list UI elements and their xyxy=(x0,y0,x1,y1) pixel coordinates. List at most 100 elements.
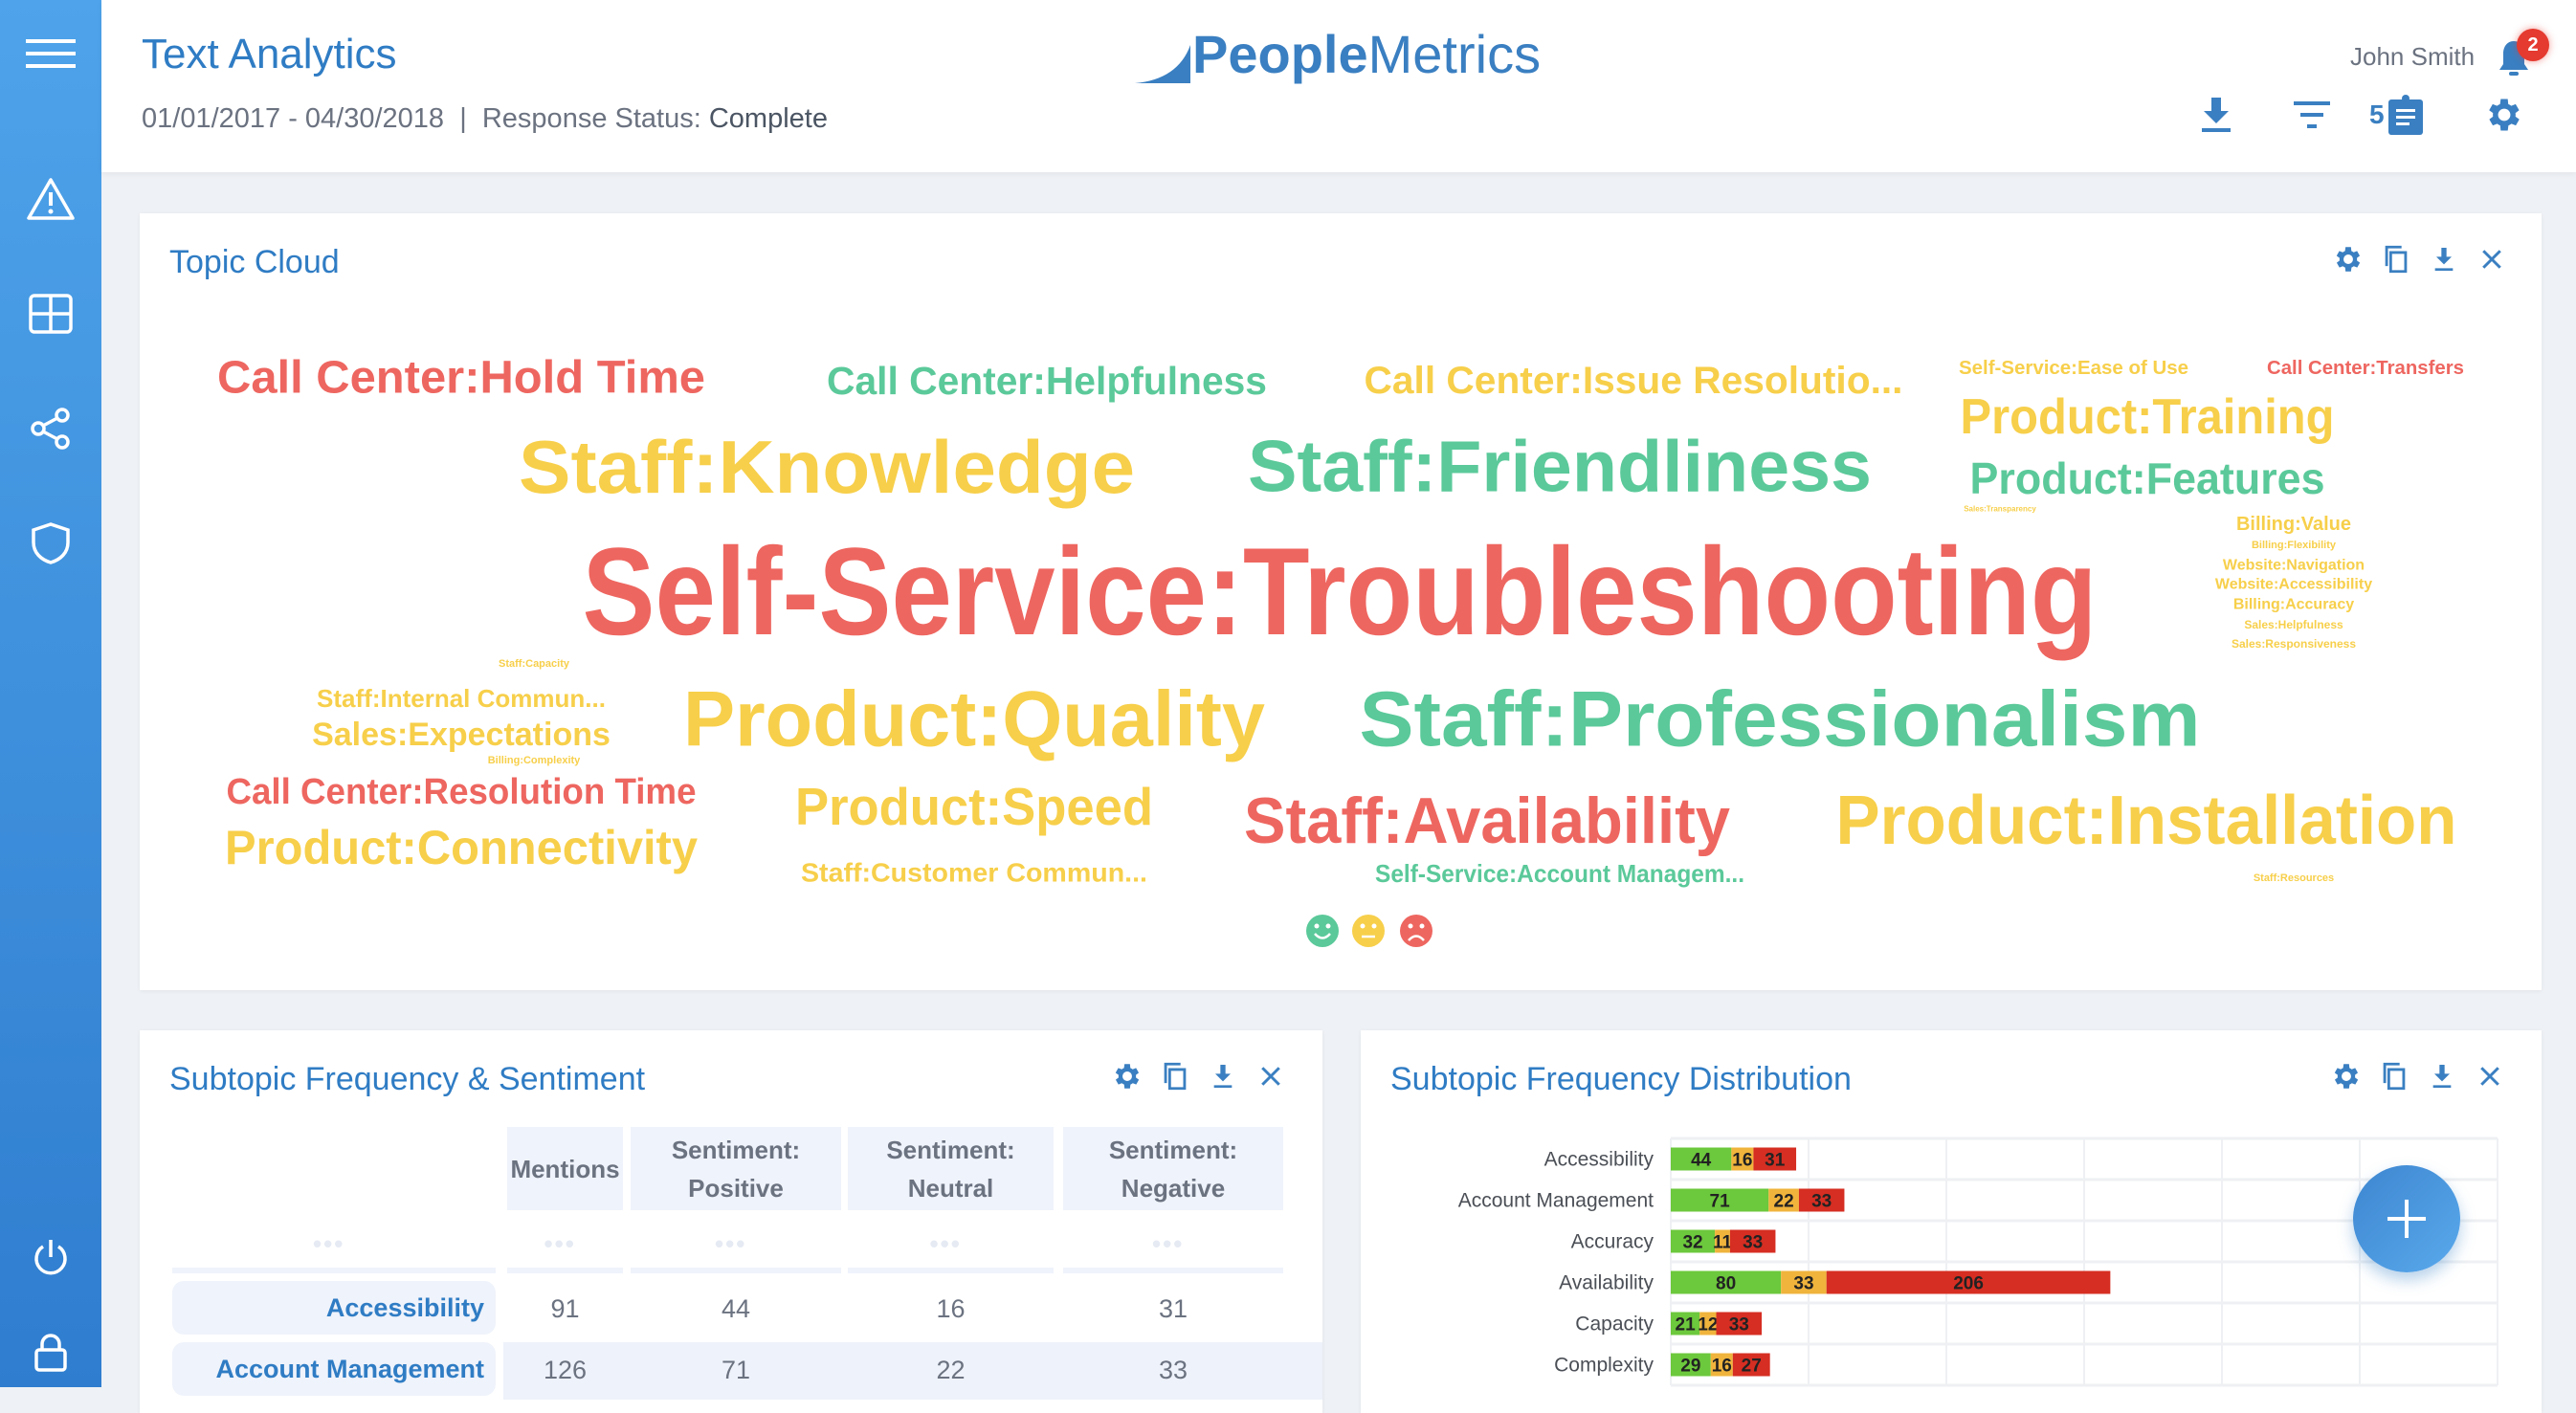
bar-value-label: 16 xyxy=(1712,1357,1732,1377)
bar-value-label: 80 xyxy=(1716,1274,1736,1294)
table-cell: 22 xyxy=(936,1356,966,1384)
status-label: Response Status: xyxy=(481,103,701,134)
gear-icon[interactable] xyxy=(1110,1059,1144,1093)
copy-icon[interactable] xyxy=(1158,1059,1192,1093)
table-cell: 126 xyxy=(543,1356,588,1384)
subtopic-sentiment-card: Subtopic Frequency & Sentiment Mentions S… xyxy=(140,1030,1322,1413)
alert-icon[interactable] xyxy=(22,170,79,228)
category-label: Capacity xyxy=(1575,1314,1654,1336)
bar-value-label: 22 xyxy=(1774,1192,1794,1212)
topic-word[interactable]: Billing:Value xyxy=(2236,514,2351,535)
column-header[interactable]: Mentions xyxy=(507,1127,623,1210)
topic-word[interactable]: Product:Quality xyxy=(683,676,1265,763)
sentiment-positive-face-icon[interactable] xyxy=(1306,915,1339,947)
row-label[interactable]: Account Management xyxy=(172,1342,496,1396)
topic-word[interactable]: Self-Service:Ease of Use xyxy=(1959,358,2188,379)
topic-word[interactable]: Call Center:Issue Resolutio... xyxy=(1365,360,1903,402)
filter-icon[interactable] xyxy=(2288,91,2336,139)
table-cell: 91 xyxy=(550,1294,580,1323)
column-header[interactable]: Sentiment: Positive xyxy=(631,1127,841,1210)
topic-word[interactable]: Staff:Customer Commun... xyxy=(801,858,1147,888)
topic-word[interactable]: Product:Training xyxy=(1961,389,2335,445)
share-icon[interactable] xyxy=(22,400,79,457)
sentiment-negative-face-icon[interactable] xyxy=(1400,915,1432,947)
topic-word[interactable]: Product:Connectivity xyxy=(225,821,698,874)
topic-word[interactable]: Call Center:Helpfulness xyxy=(827,359,1267,403)
header: Text Analytics 01/01/2017 - 04/30/2018 |… xyxy=(101,0,2576,172)
topic-word[interactable]: Sales:Helpfulness xyxy=(2244,618,2343,631)
bar-value-label: 33 xyxy=(1743,1233,1763,1253)
topic-word[interactable]: Call Center:Hold Time xyxy=(217,353,705,404)
add-widget-button[interactable] xyxy=(2353,1165,2460,1272)
topic-word[interactable]: Website:Navigation xyxy=(2223,558,2365,574)
column-header[interactable]: Sentiment: Negative xyxy=(1063,1127,1283,1210)
topic-word[interactable]: Staff:Resources xyxy=(2254,872,2334,884)
sentiment-neutral-face-icon[interactable] xyxy=(1352,915,1385,947)
download-icon[interactable] xyxy=(1206,1059,1240,1093)
logo-swoosh-icon xyxy=(1135,45,1190,83)
shield-icon[interactable] xyxy=(22,515,79,572)
power-icon[interactable] xyxy=(22,1228,79,1286)
logo-text-bold: People xyxy=(1192,24,1368,84)
topic-word[interactable]: Staff:Availability xyxy=(1244,784,1730,857)
divider xyxy=(848,1268,1054,1273)
topic-word[interactable]: Billing:Accuracy xyxy=(2233,597,2354,613)
column-header-line2: Neutral xyxy=(907,1173,994,1203)
menu-icon[interactable] xyxy=(22,25,79,82)
topic-word[interactable]: Product:Installation xyxy=(1836,783,2457,859)
notification-badge: 2 xyxy=(2517,29,2549,61)
topic-word[interactable]: Call Center:Transfers xyxy=(2267,358,2464,379)
row-label[interactable]: Accessibility xyxy=(172,1281,496,1335)
divider xyxy=(1063,1268,1283,1273)
topic-word[interactable]: Product:Speed xyxy=(795,777,1153,836)
table-cell: 31 xyxy=(1158,1294,1188,1323)
category-label: Accuracy xyxy=(1571,1231,1654,1253)
category-label: Complexity xyxy=(1554,1355,1654,1377)
topic-word[interactable]: Sales:Transparency xyxy=(1964,505,2036,514)
topic-word[interactable]: Call Center:Resolution Time xyxy=(227,772,697,812)
settings-gear-icon[interactable] xyxy=(2480,91,2528,139)
column-header[interactable]: Sentiment: Neutral xyxy=(848,1127,1054,1210)
topic-word[interactable]: Self-Service:Troubleshooting xyxy=(583,521,2098,661)
separator: | xyxy=(459,103,467,134)
close-icon[interactable] xyxy=(1254,1059,1288,1093)
divider xyxy=(172,1268,496,1273)
divider xyxy=(507,1268,623,1273)
column-header-line2: Negative xyxy=(1121,1173,1226,1203)
topic-word[interactable]: Billing:Complexity xyxy=(488,755,581,766)
topic-word[interactable]: Staff:Capacity xyxy=(499,658,570,670)
status-value: Complete xyxy=(708,103,828,134)
table-cell: 71 xyxy=(721,1356,751,1384)
card-actions xyxy=(1110,1059,1288,1093)
filter-summary: 01/01/2017 - 04/30/2018 | Response Statu… xyxy=(142,103,828,135)
logo: People Metrics xyxy=(1135,23,1541,85)
loading-dots: ••• xyxy=(544,1229,576,1258)
topic-word[interactable]: Staff:Knowledge xyxy=(519,425,1135,509)
topic-word[interactable]: Self-Service:Account Managem... xyxy=(1375,859,1744,888)
bar-value-label: 21 xyxy=(1676,1315,1697,1336)
date-range[interactable]: 01/01/2017 - 04/30/2018 xyxy=(142,103,444,134)
bar-value-label: 44 xyxy=(1691,1151,1712,1171)
topic-word[interactable]: Website:Accessibility xyxy=(2215,577,2372,593)
user-name[interactable]: John Smith xyxy=(2350,42,2475,72)
topic-word[interactable]: Product:Features xyxy=(1970,453,2325,503)
topic-word[interactable]: Billing:Flexibility xyxy=(2252,540,2337,551)
grid-icon[interactable] xyxy=(22,285,79,342)
lock-icon[interactable] xyxy=(22,1324,79,1381)
bar-value-label: 32 xyxy=(1682,1233,1702,1253)
column-header-line1: Sentiment: xyxy=(1108,1135,1238,1164)
clipboard-button[interactable]: 5 xyxy=(2369,91,2436,139)
topic-word[interactable]: Staff:Friendliness xyxy=(1248,427,1872,508)
topic-word[interactable]: Staff:Professionalism xyxy=(1360,676,2201,763)
category-label: Account Management xyxy=(1458,1190,1654,1212)
table-cell: 33 xyxy=(1158,1356,1188,1384)
bar-value-label: 16 xyxy=(1732,1151,1752,1171)
logo-text-light: Metrics xyxy=(1367,24,1542,84)
topic-word[interactable]: Staff:Internal Commun... xyxy=(317,684,606,713)
topic-word[interactable]: Sales:Responsiveness xyxy=(2232,637,2356,651)
divider xyxy=(631,1268,841,1273)
topic-word[interactable]: Sales:Expectations xyxy=(312,717,611,753)
bar-value-label: 33 xyxy=(1729,1315,1749,1336)
plus-icon xyxy=(2387,1200,2426,1238)
download-icon[interactable] xyxy=(2192,91,2240,139)
